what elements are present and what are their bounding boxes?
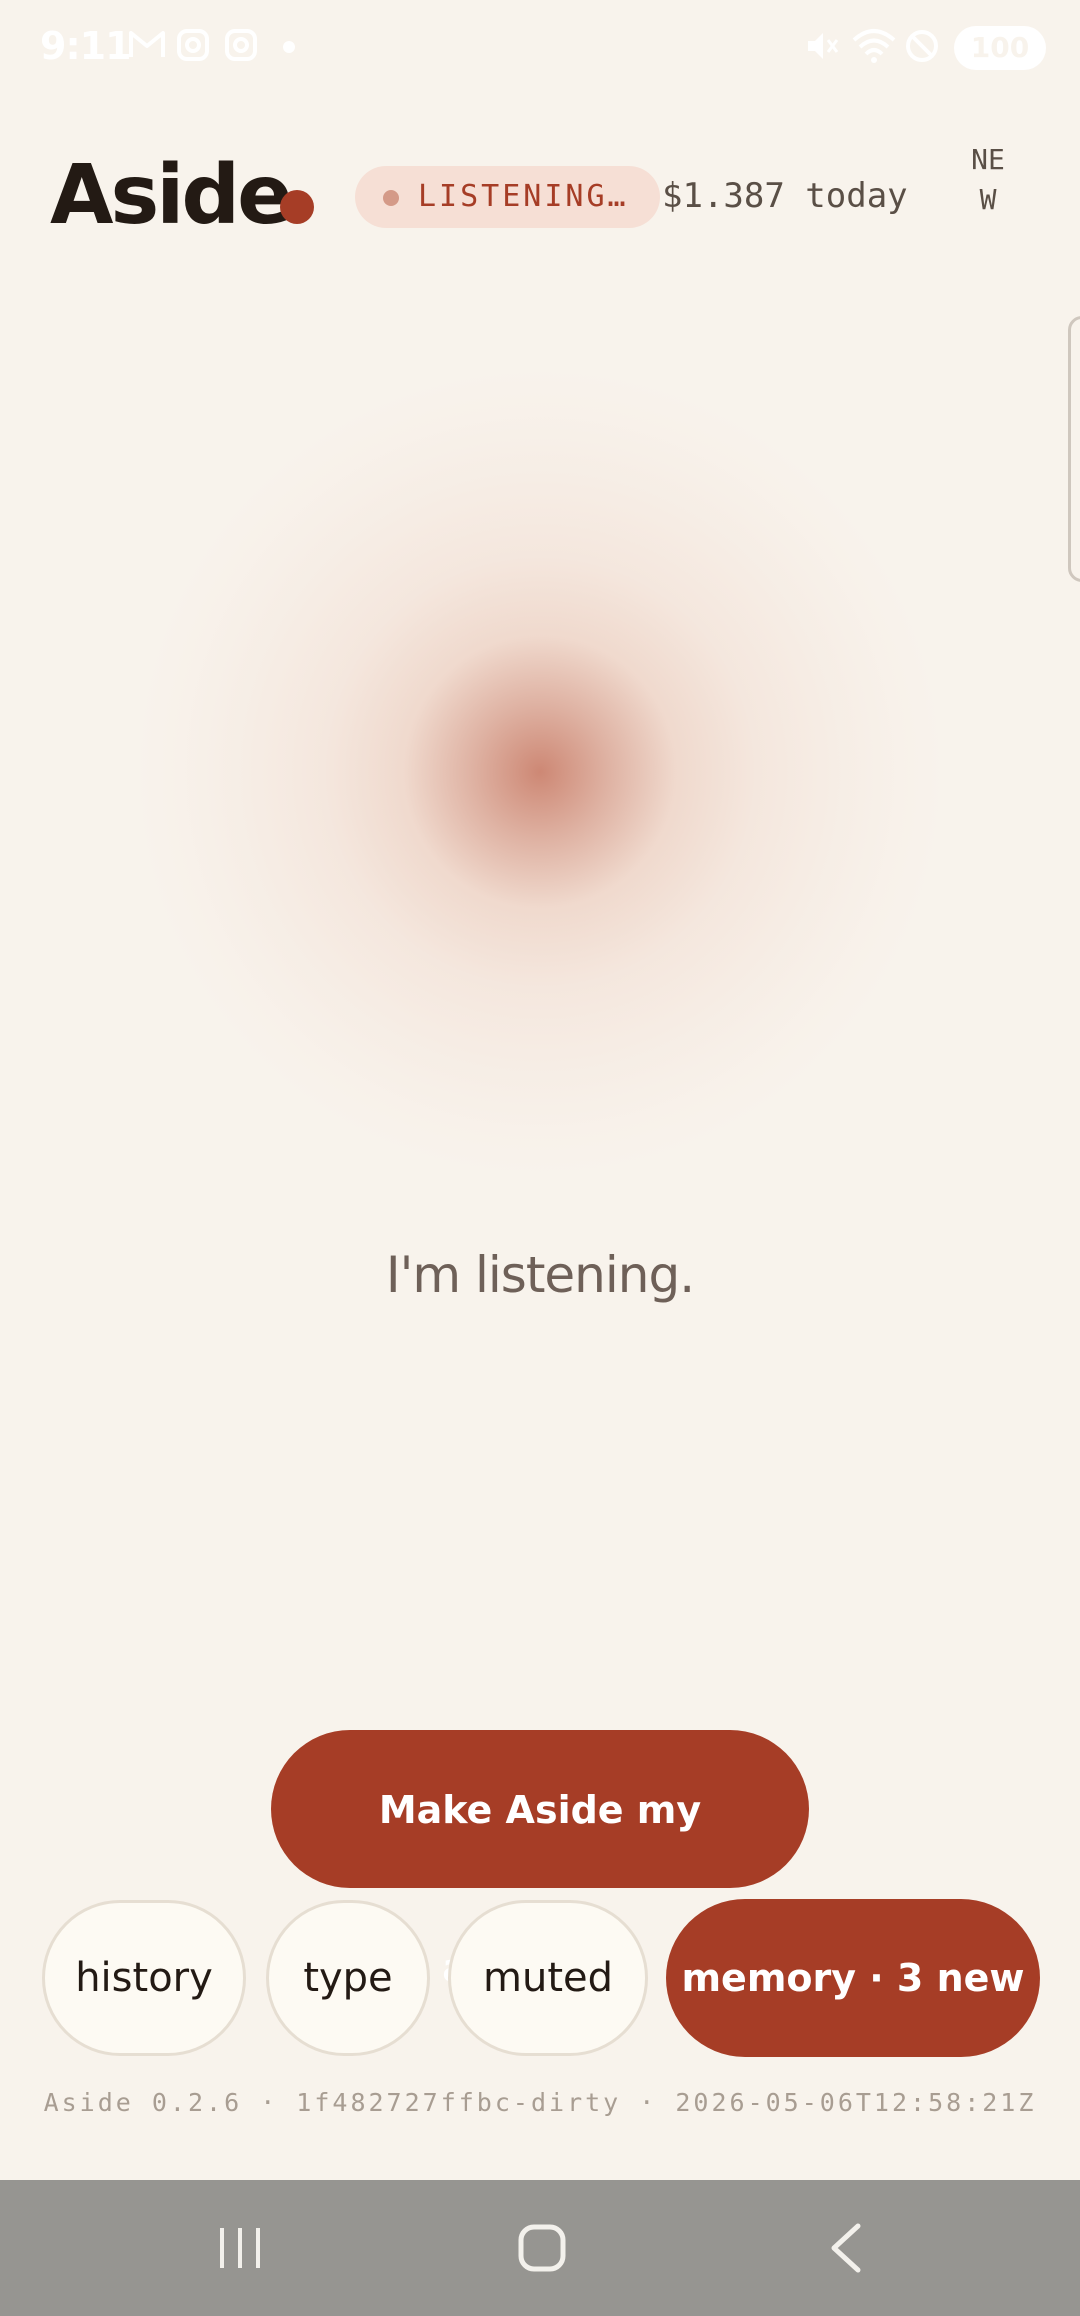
instagram-icon (177, 29, 209, 61)
brand-dot-icon (280, 190, 314, 224)
dot-icon (283, 41, 295, 53)
back-icon (831, 2223, 861, 2273)
memory-button[interactable]: memory · 3 new (666, 1899, 1040, 2057)
navigation-bar (0, 2180, 1080, 2316)
instagram-icon (225, 29, 257, 61)
status-label: LISTENING… (418, 179, 629, 214)
status-time: 9:11 (40, 24, 132, 68)
listening-message: I'm listening. (385, 1246, 695, 1304)
home-button[interactable] (442, 2180, 642, 2316)
status-bar: 9:11 100 (0, 0, 1080, 96)
recents-button[interactable] (140, 2180, 340, 2316)
listening-status-pill[interactable]: LISTENING… (355, 166, 660, 228)
gmail-icon (129, 31, 165, 57)
history-button[interactable]: history (42, 1900, 246, 2056)
side-panel-handle[interactable] (1068, 316, 1080, 582)
app-title: Aside (50, 148, 293, 243)
new-button[interactable]: NEW (968, 140, 1008, 220)
dnd-icon (906, 30, 938, 62)
mute-icon (808, 33, 839, 59)
status-dot-icon (383, 190, 399, 206)
listening-orb (140, 372, 940, 1172)
type-button[interactable]: type (266, 1900, 430, 2056)
app-screen: 9:11 100 Aside LISTENING… $1.387 today N… (0, 0, 1080, 2316)
muted-button[interactable]: muted (448, 1900, 648, 2056)
battery-level: 100 (970, 31, 1030, 64)
home-icon (518, 2224, 566, 2272)
wifi-icon (852, 29, 896, 63)
back-button[interactable] (744, 2180, 944, 2316)
make-assistant-button[interactable]: Make Aside my assistant (271, 1730, 809, 1990)
battery-icon: 100 (954, 26, 1046, 70)
version-info: Aside 0.2.6 · 1f482727ffbc-dirty · 2026-… (43, 2088, 1037, 2117)
cost-today: $1.387 today (662, 176, 908, 216)
recents-icon (220, 2228, 260, 2268)
